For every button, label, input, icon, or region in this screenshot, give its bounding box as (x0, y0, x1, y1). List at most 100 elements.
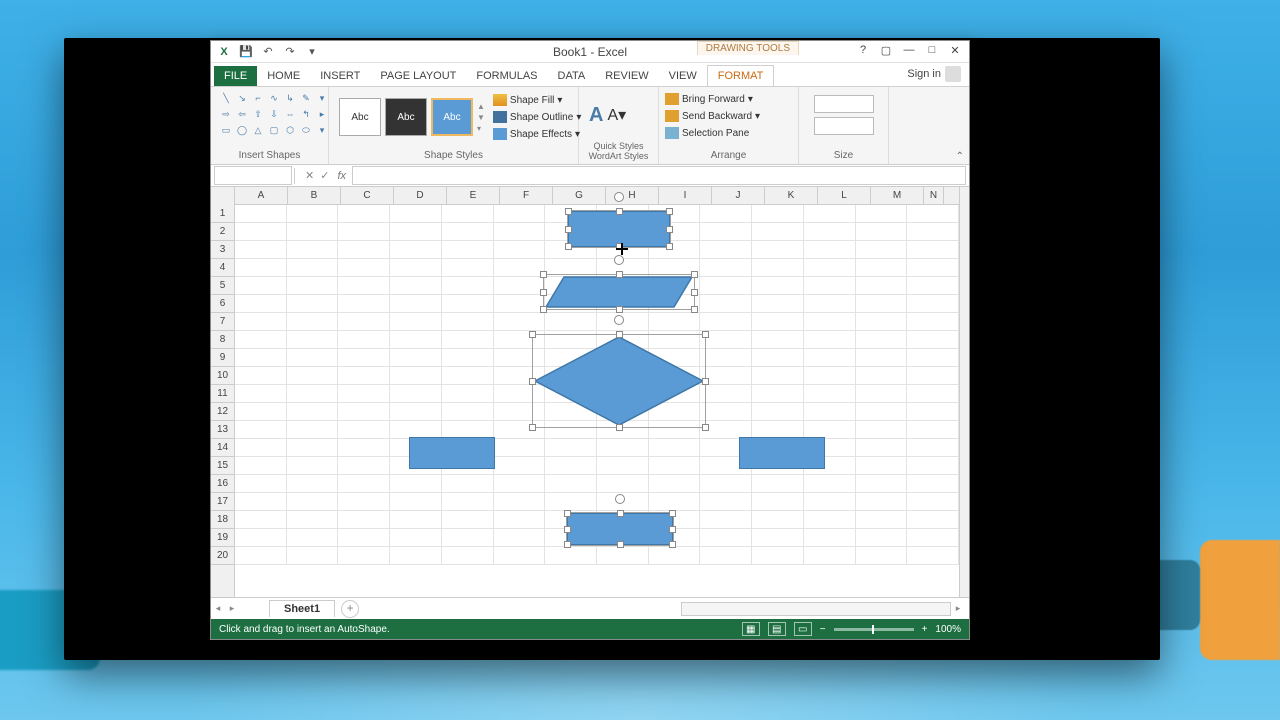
text-outline-icon[interactable]: A▾ (607, 105, 626, 125)
qat-more-icon[interactable]: ▾ (304, 44, 320, 60)
add-sheet-button[interactable]: + (341, 600, 359, 618)
flowchart-process-shape[interactable] (568, 211, 670, 247)
shape-cyl-icon[interactable]: ⬭ (299, 123, 313, 137)
shape-rect-icon[interactable]: ▭ (219, 123, 233, 137)
col-header[interactable]: G (553, 187, 606, 204)
tab-home[interactable]: HOME (257, 66, 310, 86)
shape-tri-icon[interactable]: △ (251, 123, 265, 137)
fx-label[interactable]: fx (337, 170, 352, 182)
shape-oval-icon[interactable]: ◯ (235, 123, 249, 137)
normal-view-button[interactable]: ▦ (742, 622, 760, 636)
redo-icon[interactable]: ↷ (282, 44, 298, 60)
row-header[interactable]: 2 (211, 223, 234, 241)
page-layout-view-button[interactable]: ▤ (768, 622, 786, 636)
sign-in[interactable]: Sign in (907, 66, 961, 82)
flowchart-process-shape[interactable] (567, 513, 673, 545)
shape-darrow-icon[interactable]: ⇩ (267, 107, 281, 121)
row-header[interactable]: 15 (211, 457, 234, 475)
sheet-nav-next-icon[interactable]: ▸ (225, 603, 239, 614)
row-header[interactable]: 12 (211, 403, 234, 421)
style-preset-1[interactable]: Abc (339, 98, 381, 136)
row-header[interactable]: 13 (211, 421, 234, 439)
col-header[interactable]: I (659, 187, 712, 204)
excel-app-icon[interactable]: X (216, 44, 232, 60)
gallery-more-icon[interactable]: ▾ (477, 124, 485, 133)
formula-input[interactable] (352, 166, 966, 185)
sheet-nav-prev-icon[interactable]: ◂ (211, 603, 225, 614)
rotate-handle-icon[interactable] (615, 494, 625, 504)
col-header[interactable]: B (288, 187, 341, 204)
row-header[interactable]: 7 (211, 313, 234, 331)
col-header[interactable]: A (235, 187, 288, 204)
save-icon[interactable]: 💾 (238, 44, 254, 60)
close-button[interactable]: ✕ (944, 41, 966, 59)
col-header[interactable]: N (924, 187, 944, 204)
shape-rrect-icon[interactable]: ▢ (267, 123, 281, 137)
row-header[interactable]: 11 (211, 385, 234, 403)
zoom-in-button[interactable]: + (922, 624, 928, 635)
shape-line-icon[interactable]: ╲ (219, 91, 233, 105)
undo-icon[interactable]: ↶ (260, 44, 276, 60)
shape-curve-icon[interactable]: ∿ (267, 91, 281, 105)
shape-effects-button[interactable]: Shape Effects ▾ (493, 127, 581, 141)
style-preset-2[interactable]: Abc (385, 98, 427, 136)
cancel-formula-icon[interactable]: ✕ (305, 169, 314, 182)
tab-insert[interactable]: INSERT (310, 66, 370, 86)
row-header[interactable]: 17 (211, 493, 234, 511)
flowchart-decision-shape[interactable] (533, 335, 705, 427)
tab-data[interactable]: DATA (548, 66, 596, 86)
style-preset-3[interactable]: Abc (431, 98, 473, 136)
zoom-out-button[interactable]: − (820, 624, 826, 635)
gallery-down-icon[interactable]: ▼ (477, 113, 485, 122)
tab-format[interactable]: FORMAT (707, 65, 775, 86)
send-backward-button[interactable]: Send Backward ▾ (665, 109, 792, 123)
row-header[interactable]: 20 (211, 547, 234, 565)
rotate-handle-icon[interactable] (614, 192, 624, 202)
row-header[interactable]: 10 (211, 367, 234, 385)
maximize-button[interactable]: □ (921, 41, 943, 59)
shape-freeform-icon[interactable]: ✎ (299, 91, 313, 105)
row-header[interactable]: 6 (211, 295, 234, 313)
row-header[interactable]: 4 (211, 259, 234, 277)
quick-styles-button[interactable]: Quick Styles (585, 141, 652, 151)
shape-styles-gallery[interactable]: Abc Abc Abc ▲ ▼ ▾ (335, 94, 489, 140)
tab-file[interactable]: FILE (214, 66, 257, 86)
width-input[interactable] (814, 117, 874, 135)
row-header[interactable]: 5 (211, 277, 234, 295)
shape-arrow-icon[interactable]: ↘ (235, 91, 249, 105)
help-button[interactable]: ? (852, 41, 874, 59)
shape-fill-button[interactable]: Shape Fill ▾ (493, 93, 581, 107)
row-header[interactable]: 19 (211, 529, 234, 547)
col-header[interactable]: C (341, 187, 394, 204)
gallery-up-icon[interactable]: ▲ (477, 102, 485, 111)
hscroll-right-icon[interactable]: ▸ (951, 603, 965, 614)
shape-more3-icon[interactable]: ▾ (315, 123, 329, 137)
page-break-view-button[interactable]: ▭ (794, 622, 812, 636)
shape-uarrow-icon[interactable]: ⇧ (251, 107, 265, 121)
tab-review[interactable]: REVIEW (595, 66, 658, 86)
col-header[interactable]: M (871, 187, 924, 204)
vertical-scrollbar[interactable] (959, 187, 969, 597)
col-header[interactable]: J (712, 187, 765, 204)
ribbon-options-button[interactable]: ▢ (875, 41, 897, 59)
col-header[interactable]: F (500, 187, 553, 204)
shape-lrarrow-icon[interactable]: ⇔ (283, 107, 297, 121)
shape-more-icon[interactable]: ▾ (315, 91, 329, 105)
row-header[interactable]: 14 (211, 439, 234, 457)
minimize-button[interactable]: — (898, 41, 920, 59)
flowchart-process-shape[interactable] (409, 437, 495, 469)
shape-larrow-icon[interactable]: ⇦ (235, 107, 249, 121)
row-header[interactable]: 16 (211, 475, 234, 493)
enter-formula-icon[interactable]: ✓ (320, 169, 329, 182)
shape-outline-button[interactable]: Shape Outline ▾ (493, 110, 581, 124)
shapes-gallery[interactable]: ╲↘⌐∿↳✎▾ ⇨⇦⇧⇩⇔↰▸ ▭◯△▢⬡⬭▾ (217, 89, 322, 139)
shape-hex-icon[interactable]: ⬡ (283, 123, 297, 137)
flowchart-process-shape[interactable] (739, 437, 825, 469)
row-header[interactable]: 1 (211, 205, 234, 223)
col-header[interactable]: L (818, 187, 871, 204)
selection-pane-button[interactable]: Selection Pane (665, 126, 792, 140)
zoom-level[interactable]: 100% (935, 624, 961, 635)
bring-forward-button[interactable]: Bring Forward ▾ (665, 92, 792, 106)
flowchart-data-shape[interactable] (544, 275, 694, 309)
shape-connector-icon[interactable]: ↳ (283, 91, 297, 105)
